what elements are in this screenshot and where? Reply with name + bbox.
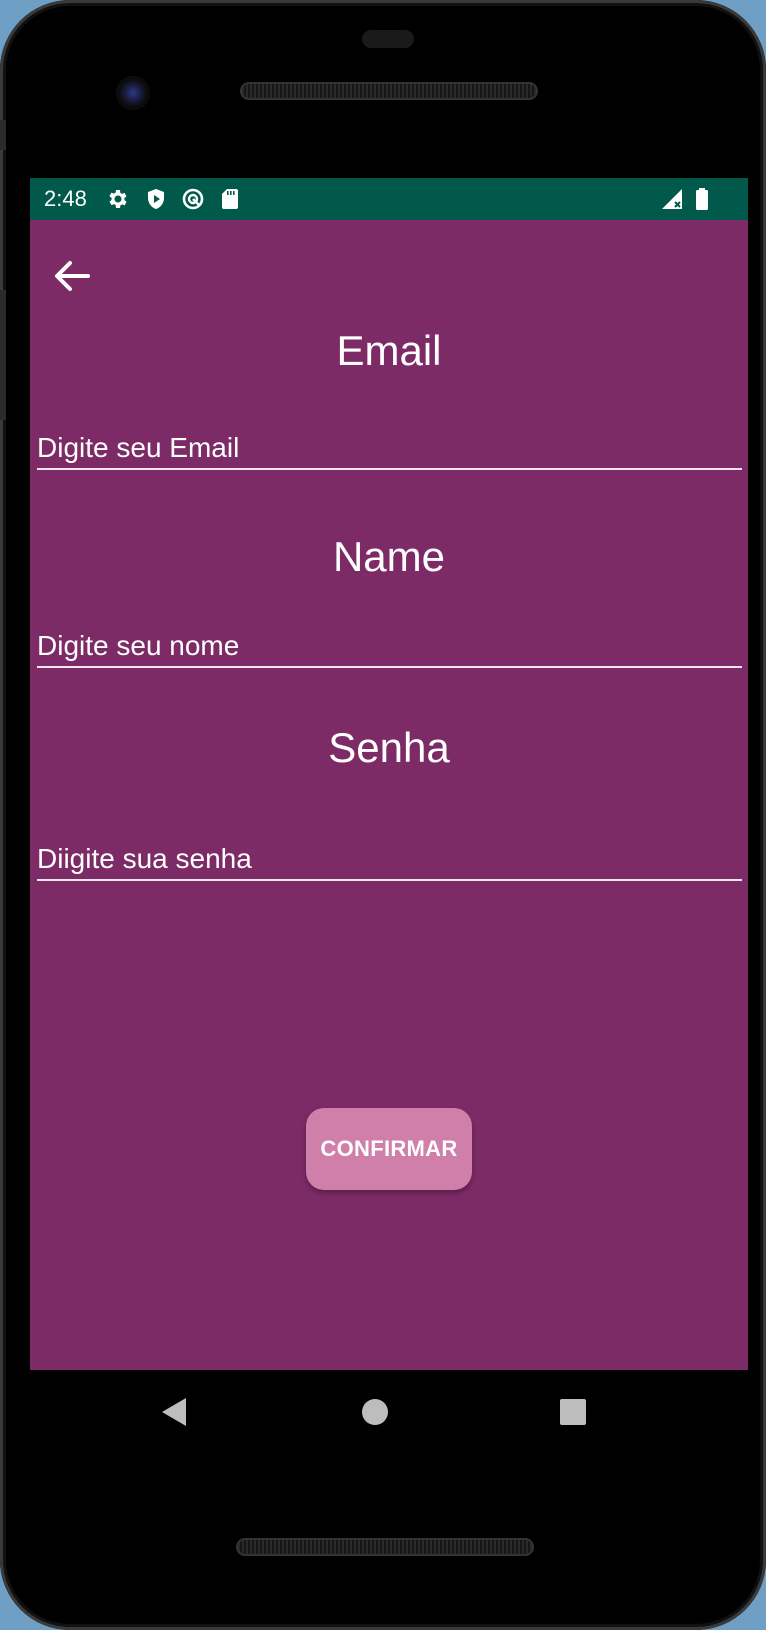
email-field-wrapper — [37, 420, 742, 470]
front-camera — [116, 76, 150, 110]
sync-icon — [181, 187, 205, 211]
battery-icon — [690, 187, 714, 211]
settings-icon — [106, 187, 130, 211]
phone-side-button — [0, 120, 6, 150]
senha-field-wrapper — [37, 831, 742, 881]
signal-icon — [660, 187, 684, 211]
back-arrow-icon[interactable] — [48, 252, 96, 300]
sd-card-icon — [218, 187, 242, 211]
confirm-button[interactable]: CONFIRMAR — [306, 1108, 472, 1190]
nav-back-icon[interactable] — [156, 1392, 196, 1432]
status-bar: 2:48 — [30, 178, 748, 220]
nav-home-icon[interactable] — [355, 1392, 395, 1432]
play-protect-icon — [144, 187, 168, 211]
phone-volume-button — [0, 290, 6, 420]
navigation-bar — [30, 1370, 748, 1460]
email-input[interactable] — [37, 420, 742, 468]
top-speaker-grille — [240, 82, 538, 100]
name-title: Name — [332, 533, 446, 580]
name-input[interactable] — [37, 618, 742, 666]
name-field-wrapper — [37, 618, 742, 668]
app-screen: 2:48 Email Digite seu Email Name Digite … — [30, 178, 748, 1370]
earpiece-slot — [362, 30, 414, 48]
status-time: 2:48 — [44, 186, 87, 211]
senha-title: Senha — [328, 724, 450, 771]
senha-input[interactable] — [37, 831, 742, 879]
bottom-speaker-grille — [236, 1538, 534, 1556]
email-title: Email — [336, 327, 442, 374]
nav-recents-icon[interactable] — [553, 1392, 593, 1432]
phone-frame: 2:48 Email Digite seu Email Name Digite … — [0, 0, 766, 1630]
